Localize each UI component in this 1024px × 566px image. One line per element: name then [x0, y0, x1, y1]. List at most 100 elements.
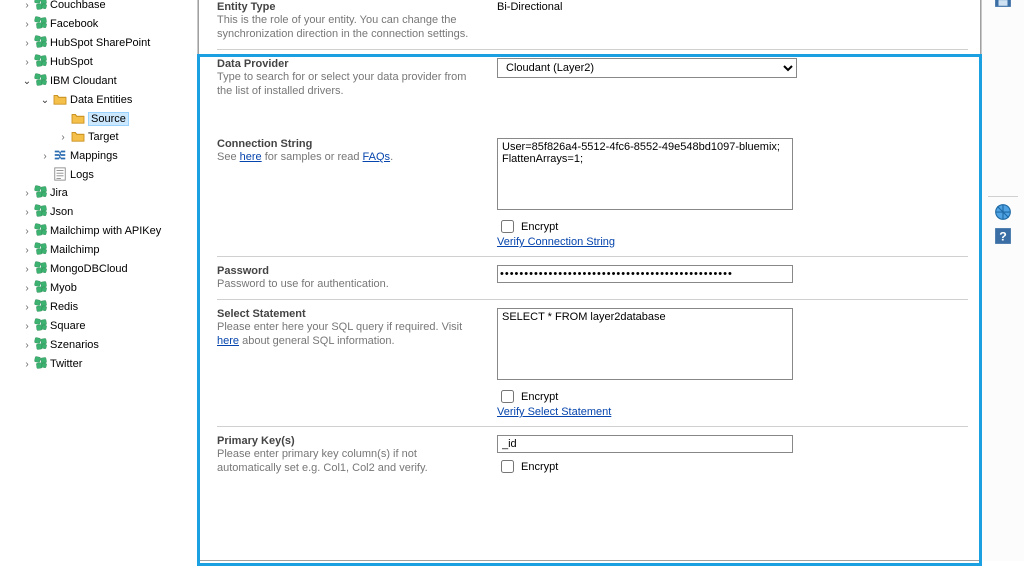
tree-item-label[interactable]: Mailchimp with APIKey [50, 225, 161, 237]
tree-item[interactable]: › Redis [22, 298, 193, 317]
connection-string-desc: See here for samples or read FAQs. [217, 150, 479, 164]
tree-item-label[interactable]: IBM Cloudant [50, 75, 117, 87]
chevron-right-icon[interactable]: › [58, 129, 68, 147]
data-provider-select[interactable]: Cloudant (Layer2) [497, 58, 797, 78]
tree-item[interactable]: › Square [22, 317, 193, 336]
puzzle-icon [34, 318, 48, 332]
connection-string-input[interactable] [497, 138, 793, 210]
tree-item[interactable]: › Myob [22, 279, 193, 298]
data-provider-title: Data Provider [217, 58, 479, 70]
chevron-right-icon[interactable]: › [22, 0, 32, 15]
chevron-right-icon[interactable]: › [40, 148, 50, 166]
tree-item-label[interactable]: Jira [50, 187, 68, 199]
help-icon[interactable]: ? [994, 227, 1012, 245]
verify-select-statement-link[interactable]: Verify Select Statement [497, 406, 611, 418]
connection-string-faqs-link[interactable]: FAQs [363, 151, 391, 163]
connection-string-encrypt-checkbox[interactable] [501, 220, 514, 233]
puzzle-icon [34, 356, 48, 370]
tree-item-label[interactable]: Square [50, 320, 85, 332]
tree-item[interactable]: › Mailchimp [22, 241, 193, 260]
chevron-right-icon[interactable]: › [22, 318, 32, 336]
chevron-down-icon[interactable]: ⌄ [40, 92, 50, 110]
tree-item-label[interactable]: Mappings [70, 150, 118, 162]
tree-item-label[interactable]: Redis [50, 301, 78, 313]
tree-item[interactable]: › Mailchimp with APIKey [22, 222, 193, 241]
tree-item-label[interactable]: Szenarios [50, 339, 99, 351]
tree-item-label[interactable]: Facebook [50, 18, 98, 30]
tree-item-label[interactable]: MongoDBCloud [50, 263, 128, 275]
mappings-icon [53, 148, 67, 162]
select-statement-encrypt-checkbox[interactable] [501, 390, 514, 403]
tree-item-label[interactable]: Mailchimp [50, 244, 100, 256]
tree-item[interactable]: ⌄ Data Entities Source › Target [40, 91, 193, 147]
folder-icon [53, 93, 67, 105]
puzzle-icon [34, 73, 48, 87]
puzzle-icon [34, 54, 48, 68]
entity-type-desc: This is the role of your entity. You can… [217, 13, 479, 41]
select-statement-help-link[interactable]: here [217, 335, 239, 347]
puzzle-icon [34, 280, 48, 294]
tree-item[interactable]: › Target [58, 128, 193, 147]
select-statement-desc: Please enter here your SQL query if requ… [217, 320, 479, 348]
chevron-right-icon[interactable]: › [22, 280, 32, 298]
chevron-right-icon[interactable]: › [22, 54, 32, 72]
data-provider-desc: Type to search for or select your data p… [217, 70, 479, 98]
password-input[interactable] [497, 265, 793, 283]
tree-item[interactable]: Source [58, 110, 193, 128]
globe-icon[interactable] [994, 203, 1012, 221]
chevron-right-icon[interactable]: › [22, 204, 32, 222]
tree-item-label[interactable]: HubSpot [50, 56, 93, 68]
password-title: Password [217, 265, 479, 277]
right-toolbar: ? [981, 0, 1024, 561]
password-desc: Password to use for authentication. [217, 277, 479, 291]
puzzle-icon [34, 0, 48, 11]
tree-item-label[interactable]: Couchbase [50, 0, 106, 11]
puzzle-icon [34, 337, 48, 351]
tree-item[interactable]: ⌄IBM Cloudant⌄Data EntitiesSource›Target… [22, 72, 193, 184]
chevron-down-icon[interactable]: ⌄ [22, 73, 32, 91]
tree-item-label[interactable]: Source [88, 112, 129, 126]
chevron-right-icon[interactable]: › [22, 337, 32, 355]
chevron-right-icon[interactable]: › [22, 223, 32, 241]
tree-item[interactable]: › Facebook [22, 15, 193, 34]
tree-item[interactable]: › Mappings [40, 147, 193, 166]
select-statement-title: Select Statement [217, 308, 479, 320]
puzzle-icon [34, 242, 48, 256]
tree-item[interactable]: › Couchbase [22, 0, 193, 15]
chevron-right-icon[interactable]: › [22, 16, 32, 34]
tree-item[interactable]: › Twitter [22, 355, 193, 374]
chevron-right-icon[interactable]: › [22, 356, 32, 374]
tree-item-label[interactable]: Logs [70, 169, 94, 181]
folder-icon [71, 112, 85, 124]
tree-item[interactable]: › Jira [22, 184, 193, 203]
chevron-right-icon[interactable]: › [22, 242, 32, 260]
connection-string-samples-link[interactable]: here [240, 151, 262, 163]
chevron-right-icon[interactable]: › [22, 261, 32, 279]
tree-item[interactable]: › Json [22, 203, 193, 222]
puzzle-icon [34, 299, 48, 313]
tree-item[interactable]: › MongoDBCloud [22, 260, 193, 279]
chevron-right-icon[interactable]: › [22, 185, 32, 203]
tree-item[interactable]: › Szenarios [22, 336, 193, 355]
tree-item[interactable]: › HubSpot SharePoint [22, 34, 193, 53]
tree-item-label[interactable]: Json [50, 206, 73, 218]
tree-item-label[interactable]: HubSpot SharePoint [50, 37, 150, 49]
tree-item-label[interactable]: Myob [50, 282, 77, 294]
select-statement-input[interactable] [497, 308, 793, 380]
save-icon[interactable] [994, 0, 1012, 8]
tree-item[interactable]: Logs [40, 166, 193, 184]
entity-type-value: Bi-Directional [497, 1, 562, 13]
entity-properties-panel: Entity Type This is the role of your ent… [198, 0, 981, 561]
tree-item-label[interactable]: Data Entities [70, 94, 132, 106]
primary-keys-encrypt-checkbox[interactable] [501, 460, 514, 473]
primary-keys-input[interactable] [497, 435, 793, 453]
chevron-right-icon[interactable]: › [22, 35, 32, 53]
logs-icon [53, 167, 67, 181]
tree-item[interactable]: › HubSpot [22, 53, 193, 72]
connections-tree[interactable]: › Couchbase › Facebook › HubSpot SharePoint › H… [0, 0, 198, 561]
tree-item-label[interactable]: Twitter [50, 358, 82, 370]
puzzle-icon [34, 16, 48, 30]
chevron-right-icon[interactable]: › [22, 299, 32, 317]
verify-connection-string-link[interactable]: Verify Connection String [497, 236, 615, 248]
tree-item-label[interactable]: Target [88, 131, 119, 143]
